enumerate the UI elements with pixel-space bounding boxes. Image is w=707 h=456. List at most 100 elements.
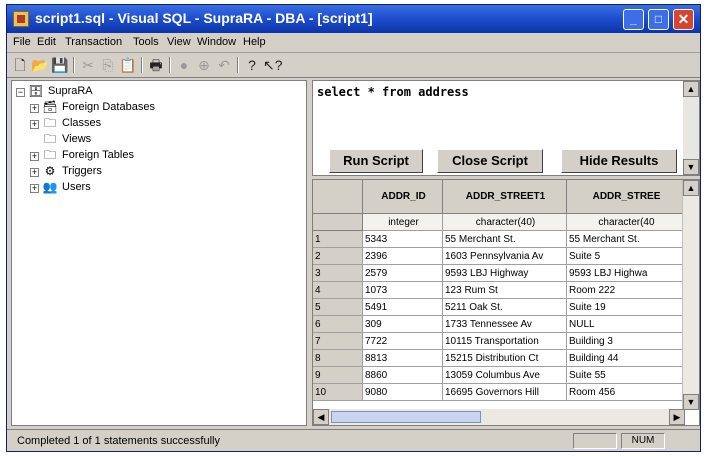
cell-addr-id[interactable]: 1073 bbox=[363, 282, 443, 299]
expand-icon[interactable]: + bbox=[30, 168, 39, 177]
app-icon bbox=[13, 11, 29, 27]
context-help-icon[interactable]: ↖? bbox=[263, 56, 283, 74]
tree-item-root[interactable]: − 🗄 SupraRA bbox=[16, 85, 216, 100]
menu-edit[interactable]: Edit bbox=[37, 36, 56, 48]
cell-addr-id[interactable]: 9080 bbox=[363, 384, 443, 401]
cell-addr-street1[interactable]: 55 Merchant St. bbox=[443, 231, 567, 248]
title-bar[interactable]: script1.sql - Visual SQL - SupraRA - DBA… bbox=[7, 5, 700, 33]
expand-icon[interactable]: + bbox=[30, 120, 39, 129]
cell-addr-id[interactable]: 2579 bbox=[363, 265, 443, 282]
paste-icon[interactable]: 📋 bbox=[119, 56, 137, 74]
save-icon[interactable]: 💾 bbox=[51, 56, 69, 74]
cell-addr-street1[interactable]: 15215 Distribution Ct bbox=[443, 350, 567, 367]
scroll-up-icon[interactable]: ▲ bbox=[683, 180, 699, 196]
collapse-icon[interactable]: − bbox=[16, 88, 25, 97]
row-number[interactable]: 1 bbox=[313, 231, 363, 248]
tree-item-views[interactable]: 🗀 Views bbox=[30, 133, 230, 148]
cell-addr-street2[interactable]: Suite 55 bbox=[567, 367, 685, 384]
row-number[interactable]: 9 bbox=[313, 367, 363, 384]
row-number[interactable]: 6 bbox=[313, 316, 363, 333]
new-file-icon[interactable]: 🗋 bbox=[11, 56, 29, 74]
cell-addr-street2[interactable]: NULL bbox=[567, 316, 685, 333]
minimize-button[interactable]: _ bbox=[623, 9, 644, 30]
expand-icon[interactable]: + bbox=[30, 184, 39, 193]
cell-addr-street1[interactable]: 10115 Transportation bbox=[443, 333, 567, 350]
cell-addr-street1[interactable]: 5211 Oak St. bbox=[443, 299, 567, 316]
cell-addr-street2[interactable]: Building 3 bbox=[567, 333, 685, 350]
sql-editor[interactable]: select * from address ▲ ▼ Run Script Clo… bbox=[312, 80, 700, 176]
sql-text[interactable]: select * from address bbox=[317, 85, 469, 99]
cell-addr-street2[interactable]: Suite 5 bbox=[567, 248, 685, 265]
cell-addr-street2[interactable]: Room 456 bbox=[567, 384, 685, 401]
cell-addr-street1[interactable]: 123 Rum St bbox=[443, 282, 567, 299]
row-number[interactable]: 10 bbox=[313, 384, 363, 401]
results-grid[interactable]: ADDR_ID ADDR_STREET1 ADDR_STREE integer … bbox=[312, 179, 700, 426]
cut-icon[interactable]: ✂ bbox=[79, 56, 97, 74]
column-header[interactable]: ADDR_STREET1 bbox=[443, 180, 567, 214]
cell-addr-id[interactable]: 5343 bbox=[363, 231, 443, 248]
run-icon[interactable]: ● bbox=[175, 56, 193, 74]
tree-item-foreign-databases[interactable]: + 🗃 Foreign Databases bbox=[30, 101, 230, 116]
cell-addr-id[interactable]: 8860 bbox=[363, 367, 443, 384]
tree-item-triggers[interactable]: + ⚙ Triggers bbox=[30, 165, 230, 180]
row-number[interactable]: 7 bbox=[313, 333, 363, 350]
help-icon[interactable]: ? bbox=[243, 56, 261, 74]
grid-vertical-scrollbar[interactable]: ▲ ▼ bbox=[682, 180, 699, 410]
menu-tools[interactable]: Tools bbox=[133, 36, 159, 48]
cell-addr-street1[interactable]: 1733 Tennessee Av bbox=[443, 316, 567, 333]
tree-label: Triggers bbox=[62, 165, 102, 177]
cell-addr-street2[interactable]: Room 222 bbox=[567, 282, 685, 299]
sql-scrollbar[interactable]: ▲ ▼ bbox=[683, 81, 699, 175]
scroll-left-icon[interactable]: ◀ bbox=[313, 409, 329, 425]
copy-icon[interactable]: ⎘ bbox=[99, 56, 117, 74]
toolbar-separator bbox=[141, 57, 143, 73]
scroll-down-icon[interactable]: ▼ bbox=[683, 394, 699, 410]
undo-icon[interactable]: ↶ bbox=[215, 56, 233, 74]
tree-item-foreign-tables[interactable]: + 🗀 Foreign Tables bbox=[30, 149, 230, 164]
cell-addr-street1[interactable]: 1603 Pennsylvania Av bbox=[443, 248, 567, 265]
print-icon[interactable]: 🖶 bbox=[147, 56, 165, 74]
cell-addr-id[interactable]: 2396 bbox=[363, 248, 443, 265]
cell-addr-id[interactable]: 7722 bbox=[363, 333, 443, 350]
column-header[interactable]: ADDR_ID bbox=[363, 180, 443, 214]
scroll-down-icon[interactable]: ▼ bbox=[683, 159, 699, 175]
cell-addr-street1[interactable]: 16695 Governors Hill bbox=[443, 384, 567, 401]
open-folder-icon[interactable]: 📂 bbox=[31, 56, 49, 74]
cell-addr-street1[interactable]: 9593 LBJ Highway bbox=[443, 265, 567, 282]
run-script-button[interactable]: Run Script bbox=[329, 149, 423, 173]
tree-label: Users bbox=[62, 181, 91, 193]
cell-addr-street2[interactable]: 9593 LBJ Highwa bbox=[567, 265, 685, 282]
hide-results-button[interactable]: Hide Results bbox=[561, 149, 677, 173]
menu-file[interactable]: File bbox=[13, 36, 31, 48]
cell-addr-id[interactable]: 309 bbox=[363, 316, 443, 333]
stop-icon[interactable]: ⊕ bbox=[195, 56, 213, 74]
tree-item-classes[interactable]: + 🗀 Classes bbox=[30, 117, 230, 132]
menu-window[interactable]: Window bbox=[197, 36, 236, 48]
row-number[interactable]: 8 bbox=[313, 350, 363, 367]
cell-addr-id[interactable]: 8813 bbox=[363, 350, 443, 367]
row-number[interactable]: 4 bbox=[313, 282, 363, 299]
row-number[interactable]: 5 bbox=[313, 299, 363, 316]
maximize-button[interactable]: □ bbox=[648, 9, 669, 30]
cell-addr-street2[interactable]: Building 44 bbox=[567, 350, 685, 367]
row-number[interactable]: 2 bbox=[313, 248, 363, 265]
scroll-thumb[interactable] bbox=[331, 411, 481, 423]
tree-item-users[interactable]: + 👥 Users bbox=[30, 181, 230, 196]
menu-view[interactable]: View bbox=[167, 36, 191, 48]
scroll-right-icon[interactable]: ▶ bbox=[669, 409, 685, 425]
menu-transaction[interactable]: Transaction bbox=[65, 36, 122, 48]
tree-label: Foreign Tables bbox=[62, 149, 134, 161]
cell-addr-street1[interactable]: 13059 Columbus Ave bbox=[443, 367, 567, 384]
row-number[interactable]: 3 bbox=[313, 265, 363, 282]
close-script-button[interactable]: Close Script bbox=[437, 149, 543, 173]
close-button[interactable]: ✕ bbox=[673, 9, 694, 30]
expand-icon[interactable]: + bbox=[30, 104, 39, 113]
cell-addr-street2[interactable]: Suite 19 bbox=[567, 299, 685, 316]
grid-horizontal-scrollbar[interactable]: ◀ ▶ bbox=[313, 409, 685, 425]
cell-addr-street2[interactable]: 55 Merchant St. bbox=[567, 231, 685, 248]
column-header[interactable]: ADDR_STREE bbox=[567, 180, 685, 214]
cell-addr-id[interactable]: 5491 bbox=[363, 299, 443, 316]
expand-icon[interactable]: + bbox=[30, 152, 39, 161]
menu-help[interactable]: Help bbox=[243, 36, 266, 48]
scroll-up-icon[interactable]: ▲ bbox=[683, 81, 699, 97]
